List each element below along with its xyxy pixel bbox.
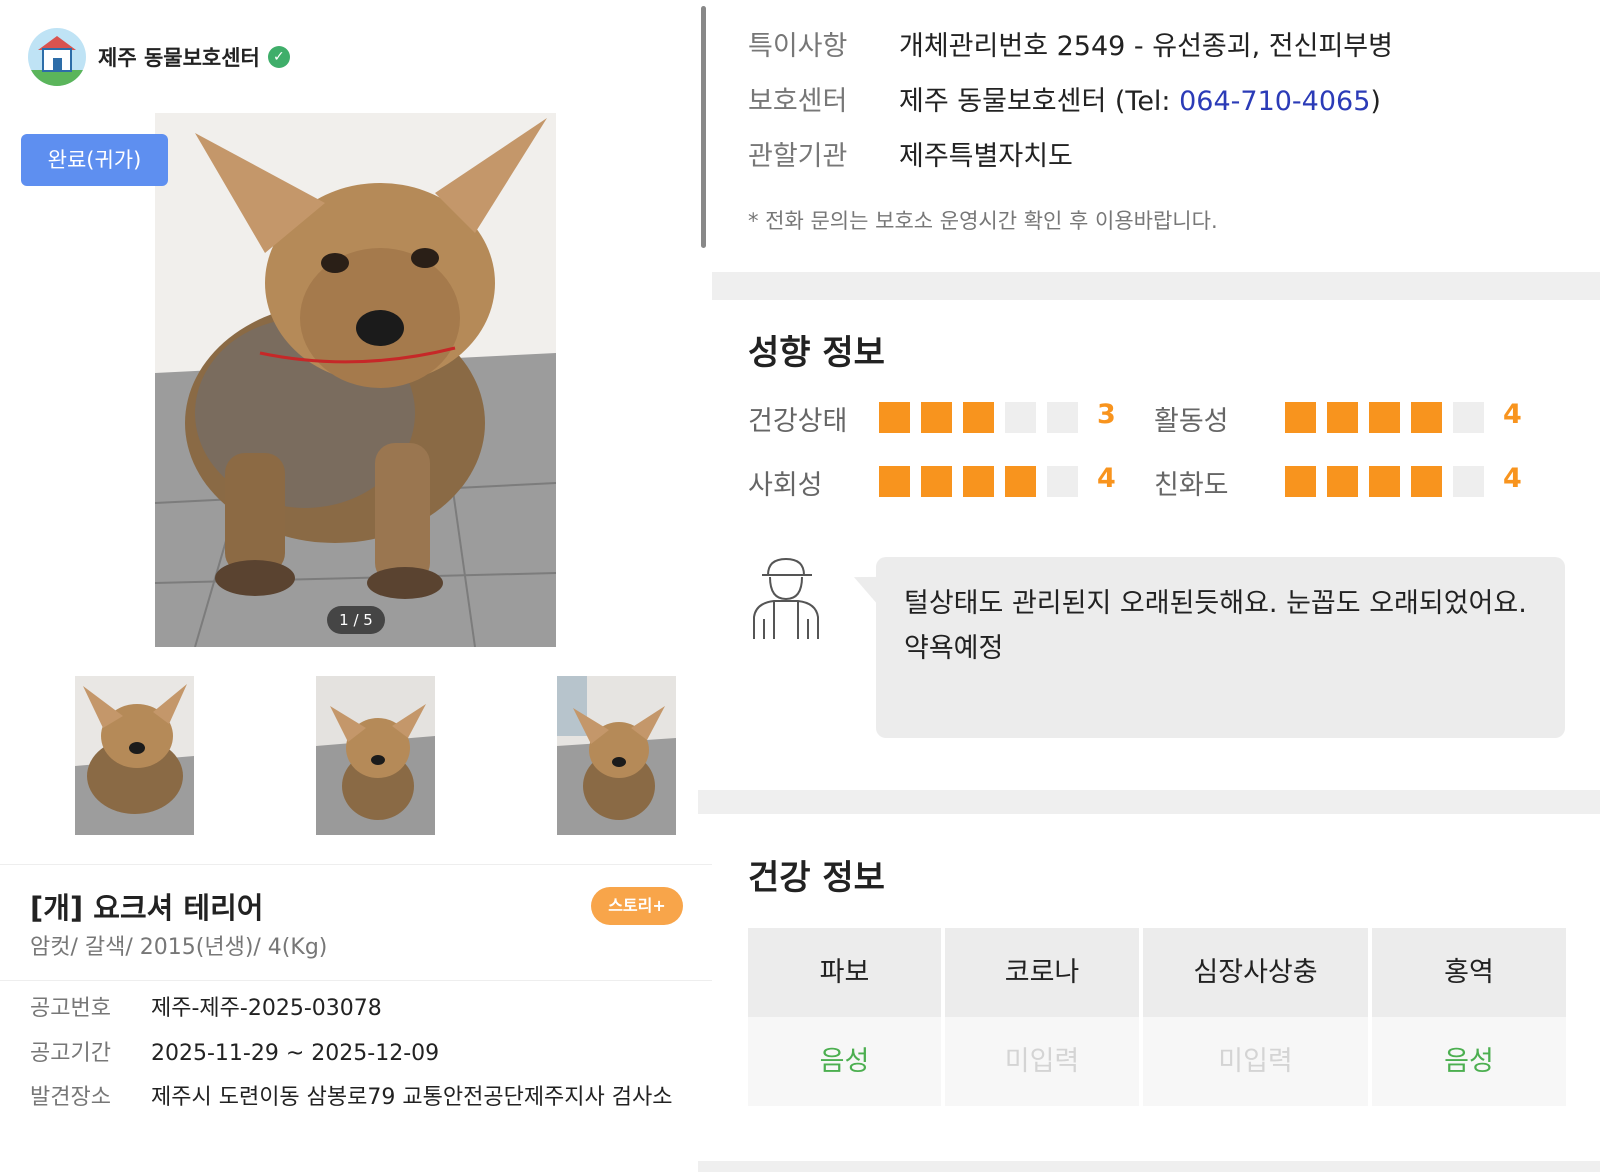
staff-comment: 털상태도 관리된지 오래된듯해요. 눈꼽도 오래되었어요. 약욕예정 <box>876 557 1565 738</box>
trait-score-bar <box>879 466 910 497</box>
trait-score-bar <box>1327 402 1358 433</box>
thumbnail-1[interactable] <box>75 676 194 835</box>
notice-period-label: 공고기간 <box>30 1041 111 1066</box>
trait-score: 4 <box>1503 399 1522 430</box>
health-header-heartworm: 심장사상충 <box>1143 928 1368 1017</box>
scrollbar[interactable] <box>701 6 706 248</box>
trait-score-bar <box>1285 402 1316 433</box>
trait-score: 3 <box>1097 399 1116 430</box>
left-panel: 제주 동물보호센터 ✓ 완료(귀가) 1 / 5 [개] 요크셔 테리어 스토리… <box>0 0 712 1172</box>
trait-label: 건강상태 <box>748 406 848 437</box>
authority-label: 관할기관 <box>748 141 848 172</box>
thumbnail-3[interactable] <box>557 676 676 835</box>
health-header-parvo: 파보 <box>748 928 941 1017</box>
trait-score: 4 <box>1503 463 1522 494</box>
section-divider <box>712 272 1600 300</box>
trait-score: 4 <box>1097 463 1116 494</box>
section-divider <box>698 790 1600 814</box>
photo-counter: 1 / 5 <box>327 606 385 634</box>
trait-score-bar <box>1453 402 1484 433</box>
trait-score-bars <box>1285 466 1495 497</box>
trait-row: 사회성 4 <box>748 463 1116 502</box>
trait-score-bar <box>1453 466 1484 497</box>
trait-label: 친화도 <box>1154 470 1229 501</box>
health-value-heartworm: 미입력 <box>1143 1017 1368 1106</box>
trait-score-bar <box>1047 402 1078 433</box>
trait-label: 활동성 <box>1154 406 1229 437</box>
notice-number-row: 공고번호 제주-제주-2025-03078 <box>30 991 691 1027</box>
shelter-logo-icon <box>28 28 86 86</box>
shelter-name: 제주 동물보호센터 <box>98 46 260 70</box>
divider <box>0 864 712 865</box>
trait-score-bars <box>879 402 1089 433</box>
divider <box>0 980 712 981</box>
status-badge: 완료(귀가) <box>21 134 168 186</box>
phone-link[interactable]: 064-710-4065 <box>1179 86 1370 117</box>
phone-note: * 전화 문의는 보호소 운영시간 확인 후 이용바랍니다. <box>748 209 1218 233</box>
trait-score-bar <box>921 402 952 433</box>
trait-score-bar <box>963 466 994 497</box>
trait-score-bar <box>1411 466 1442 497</box>
trait-row: 친화도 4 <box>1154 463 1522 502</box>
trait-score-bar <box>921 466 952 497</box>
notice-number-value: 제주-제주-2025-03078 <box>151 996 382 1021</box>
main-photo[interactable] <box>155 113 556 647</box>
bubble-tail <box>854 563 878 605</box>
notice-period-value: 2025-11-29 ~ 2025-12-09 <box>151 1041 440 1066</box>
animal-title: [개] 요크셔 테리어 <box>30 891 264 925</box>
found-place-value: 제주시 도련이동 삼봉로79 교통안전공단제주지사 검사소 <box>151 1085 673 1110</box>
trait-score-bar <box>1369 466 1400 497</box>
found-place-row: 발견장소 제주시 도련이동 삼봉로79 교통안전공단제주지사 검사소 <box>30 1080 691 1116</box>
shelter-center-value: 제주 동물보호센터 (Tel: 064-710-4065) <box>899 86 1381 117</box>
authority-row: 관할기관 제주특별자치도 <box>748 134 1073 173</box>
found-place-label: 발견장소 <box>30 1085 111 1110</box>
special-notes-row: 특이사항 개체관리번호 2549 - 유선종괴, 전신피부병 <box>748 24 1393 63</box>
health-table: 파보 코로나 심장사상충 홍역 음성 미입력 미입력 음성 <box>748 928 1566 1106</box>
shelter-center-label: 보호센터 <box>748 86 848 117</box>
trait-score-bar <box>1285 466 1316 497</box>
right-panel: 특이사항 개체관리번호 2549 - 유선종괴, 전신피부병 보호센터 제주 동… <box>698 0 1600 1172</box>
special-notes-value: 개체관리번호 2549 - 유선종괴, 전신피부병 <box>899 31 1393 62</box>
trait-score-bar <box>963 402 994 433</box>
trait-label: 사회성 <box>748 470 823 501</box>
personality-title: 성향 정보 <box>748 333 885 373</box>
trait-score-bars <box>879 466 1089 497</box>
trait-score-bar <box>1411 402 1442 433</box>
trait-score-bars <box>1285 402 1495 433</box>
trait-score-bar <box>1005 466 1036 497</box>
health-value-distemper: 음성 <box>1372 1017 1566 1106</box>
check-badge-icon: ✓ <box>267 46 290 68</box>
trait-score-bar <box>1005 402 1036 433</box>
notice-number-label: 공고번호 <box>30 996 111 1021</box>
health-value-corona: 미입력 <box>945 1017 1139 1106</box>
health-header-corona: 코로나 <box>945 928 1139 1017</box>
health-header-distemper: 홍역 <box>1372 928 1566 1017</box>
trait-score-bar <box>1369 402 1400 433</box>
shelter-center-row: 보호센터 제주 동물보호센터 (Tel: 064-710-4065) <box>748 79 1381 118</box>
trait-score-bar <box>1327 466 1358 497</box>
health-value-parvo: 음성 <box>748 1017 941 1106</box>
staff-person-icon <box>750 557 822 639</box>
health-title: 건강 정보 <box>748 858 885 898</box>
animal-subtitle: 암컷/ 갈색/ 2015(년생)/ 4(Kg) <box>30 935 328 960</box>
authority-value: 제주특별자치도 <box>899 141 1073 172</box>
trait-row: 건강상태 3 <box>748 399 1116 438</box>
trait-score-bar <box>1047 466 1078 497</box>
shelter-header[interactable]: 제주 동물보호센터 ✓ <box>28 28 290 86</box>
trait-score-bar <box>879 402 910 433</box>
trait-row: 활동성 4 <box>1154 399 1522 438</box>
special-notes-label: 특이사항 <box>748 31 848 62</box>
thumbnail-2[interactable] <box>316 676 435 835</box>
section-divider <box>698 1161 1600 1172</box>
story-button[interactable]: 스토리+ <box>591 887 683 925</box>
notice-period-row: 공고기간 2025-11-29 ~ 2025-12-09 <box>30 1036 691 1072</box>
